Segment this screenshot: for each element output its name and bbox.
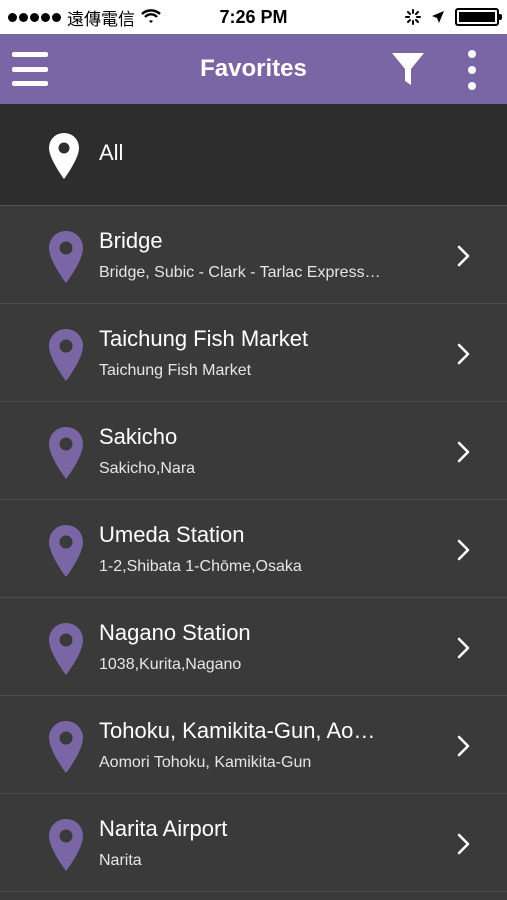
favorite-title: Taichung Fish Market bbox=[99, 326, 309, 351]
status-right bbox=[405, 8, 502, 26]
chevron-right-icon bbox=[457, 735, 470, 757]
list-item[interactable]: Bridge Bridge, Subic - Clark - Tarlac Exp… bbox=[0, 206, 507, 304]
list-item[interactable]: Nagano Station 1038,Kurita,Nagano bbox=[0, 598, 507, 696]
battery-icon bbox=[455, 8, 502, 26]
favorite-subtitle: Bridge, Subic - Clark - Tarlac Express… bbox=[99, 264, 381, 281]
all-label: All bbox=[99, 140, 124, 165]
filter-icon[interactable] bbox=[390, 50, 426, 88]
all-row[interactable]: All bbox=[0, 104, 507, 206]
favorite-subtitle: 1038,Kurita,Nagano bbox=[99, 656, 242, 673]
map-pin-icon bbox=[49, 525, 83, 577]
chevron-right-icon bbox=[457, 637, 470, 659]
chevron-right-icon bbox=[457, 245, 470, 267]
map-pin-icon bbox=[49, 427, 83, 479]
map-pin-icon bbox=[49, 133, 79, 179]
favorite-subtitle: Aomori Tohoku, Kamikita-Gun bbox=[99, 754, 312, 771]
chevron-right-icon bbox=[457, 441, 470, 463]
favorite-title: Narita Airport bbox=[99, 816, 228, 841]
list-item[interactable]: Tohoku, Kamikita-Gun, Ao… Aomori Tohoku, … bbox=[0, 696, 507, 794]
status-bar: 遠傳電信 7:26 PM bbox=[0, 0, 507, 34]
wifi-icon bbox=[141, 9, 161, 23]
list-item[interactable]: Sakicho Sakicho,Nara bbox=[0, 402, 507, 500]
favorites-list: Bridge Bridge, Subic - Clark - Tarlac Exp… bbox=[0, 206, 507, 892]
map-pin-icon bbox=[49, 329, 83, 381]
list-item[interactable]: Narita Airport Narita bbox=[0, 794, 507, 892]
chevron-right-icon bbox=[457, 833, 470, 855]
chevron-right-icon bbox=[457, 343, 470, 365]
page-title: Favorites bbox=[200, 55, 307, 82]
location-arrow-icon bbox=[432, 11, 444, 23]
map-pin-icon bbox=[49, 721, 83, 773]
map-pin-icon bbox=[49, 231, 83, 283]
favorite-subtitle: Sakicho,Nara bbox=[99, 460, 196, 477]
map-pin-icon bbox=[49, 623, 83, 675]
carrier-name: 遠傳電信 bbox=[67, 9, 135, 29]
nav-bar: Favorites bbox=[0, 34, 507, 104]
favorite-title: Tohoku, Kamikita-Gun, Ao… bbox=[99, 718, 376, 743]
list-item[interactable]: Umeda Station 1-2,Shibata 1-Chōme,Osaka bbox=[0, 500, 507, 598]
status-left: 遠傳電信 bbox=[8, 5, 161, 30]
favorite-subtitle: 1-2,Shibata 1-Chōme,Osaka bbox=[99, 558, 302, 575]
favorite-subtitle: Narita bbox=[99, 852, 142, 869]
chevron-right-icon bbox=[457, 539, 470, 561]
favorite-title: Umeda Station bbox=[99, 522, 245, 547]
map-pin-icon bbox=[49, 819, 83, 871]
list-item[interactable]: Taichung Fish Market Taichung Fish Market bbox=[0, 304, 507, 402]
more-vertical-icon[interactable] bbox=[462, 50, 482, 90]
menu-icon[interactable] bbox=[12, 52, 48, 86]
favorite-subtitle: Taichung Fish Market bbox=[99, 362, 252, 379]
favorite-title: Nagano Station bbox=[99, 620, 251, 645]
signal-strength-icon bbox=[8, 12, 61, 22]
activity-spinner-icon bbox=[405, 9, 421, 25]
favorite-title: Bridge bbox=[99, 228, 163, 253]
battery-fill bbox=[459, 12, 495, 22]
favorite-title: Sakicho bbox=[99, 424, 178, 449]
